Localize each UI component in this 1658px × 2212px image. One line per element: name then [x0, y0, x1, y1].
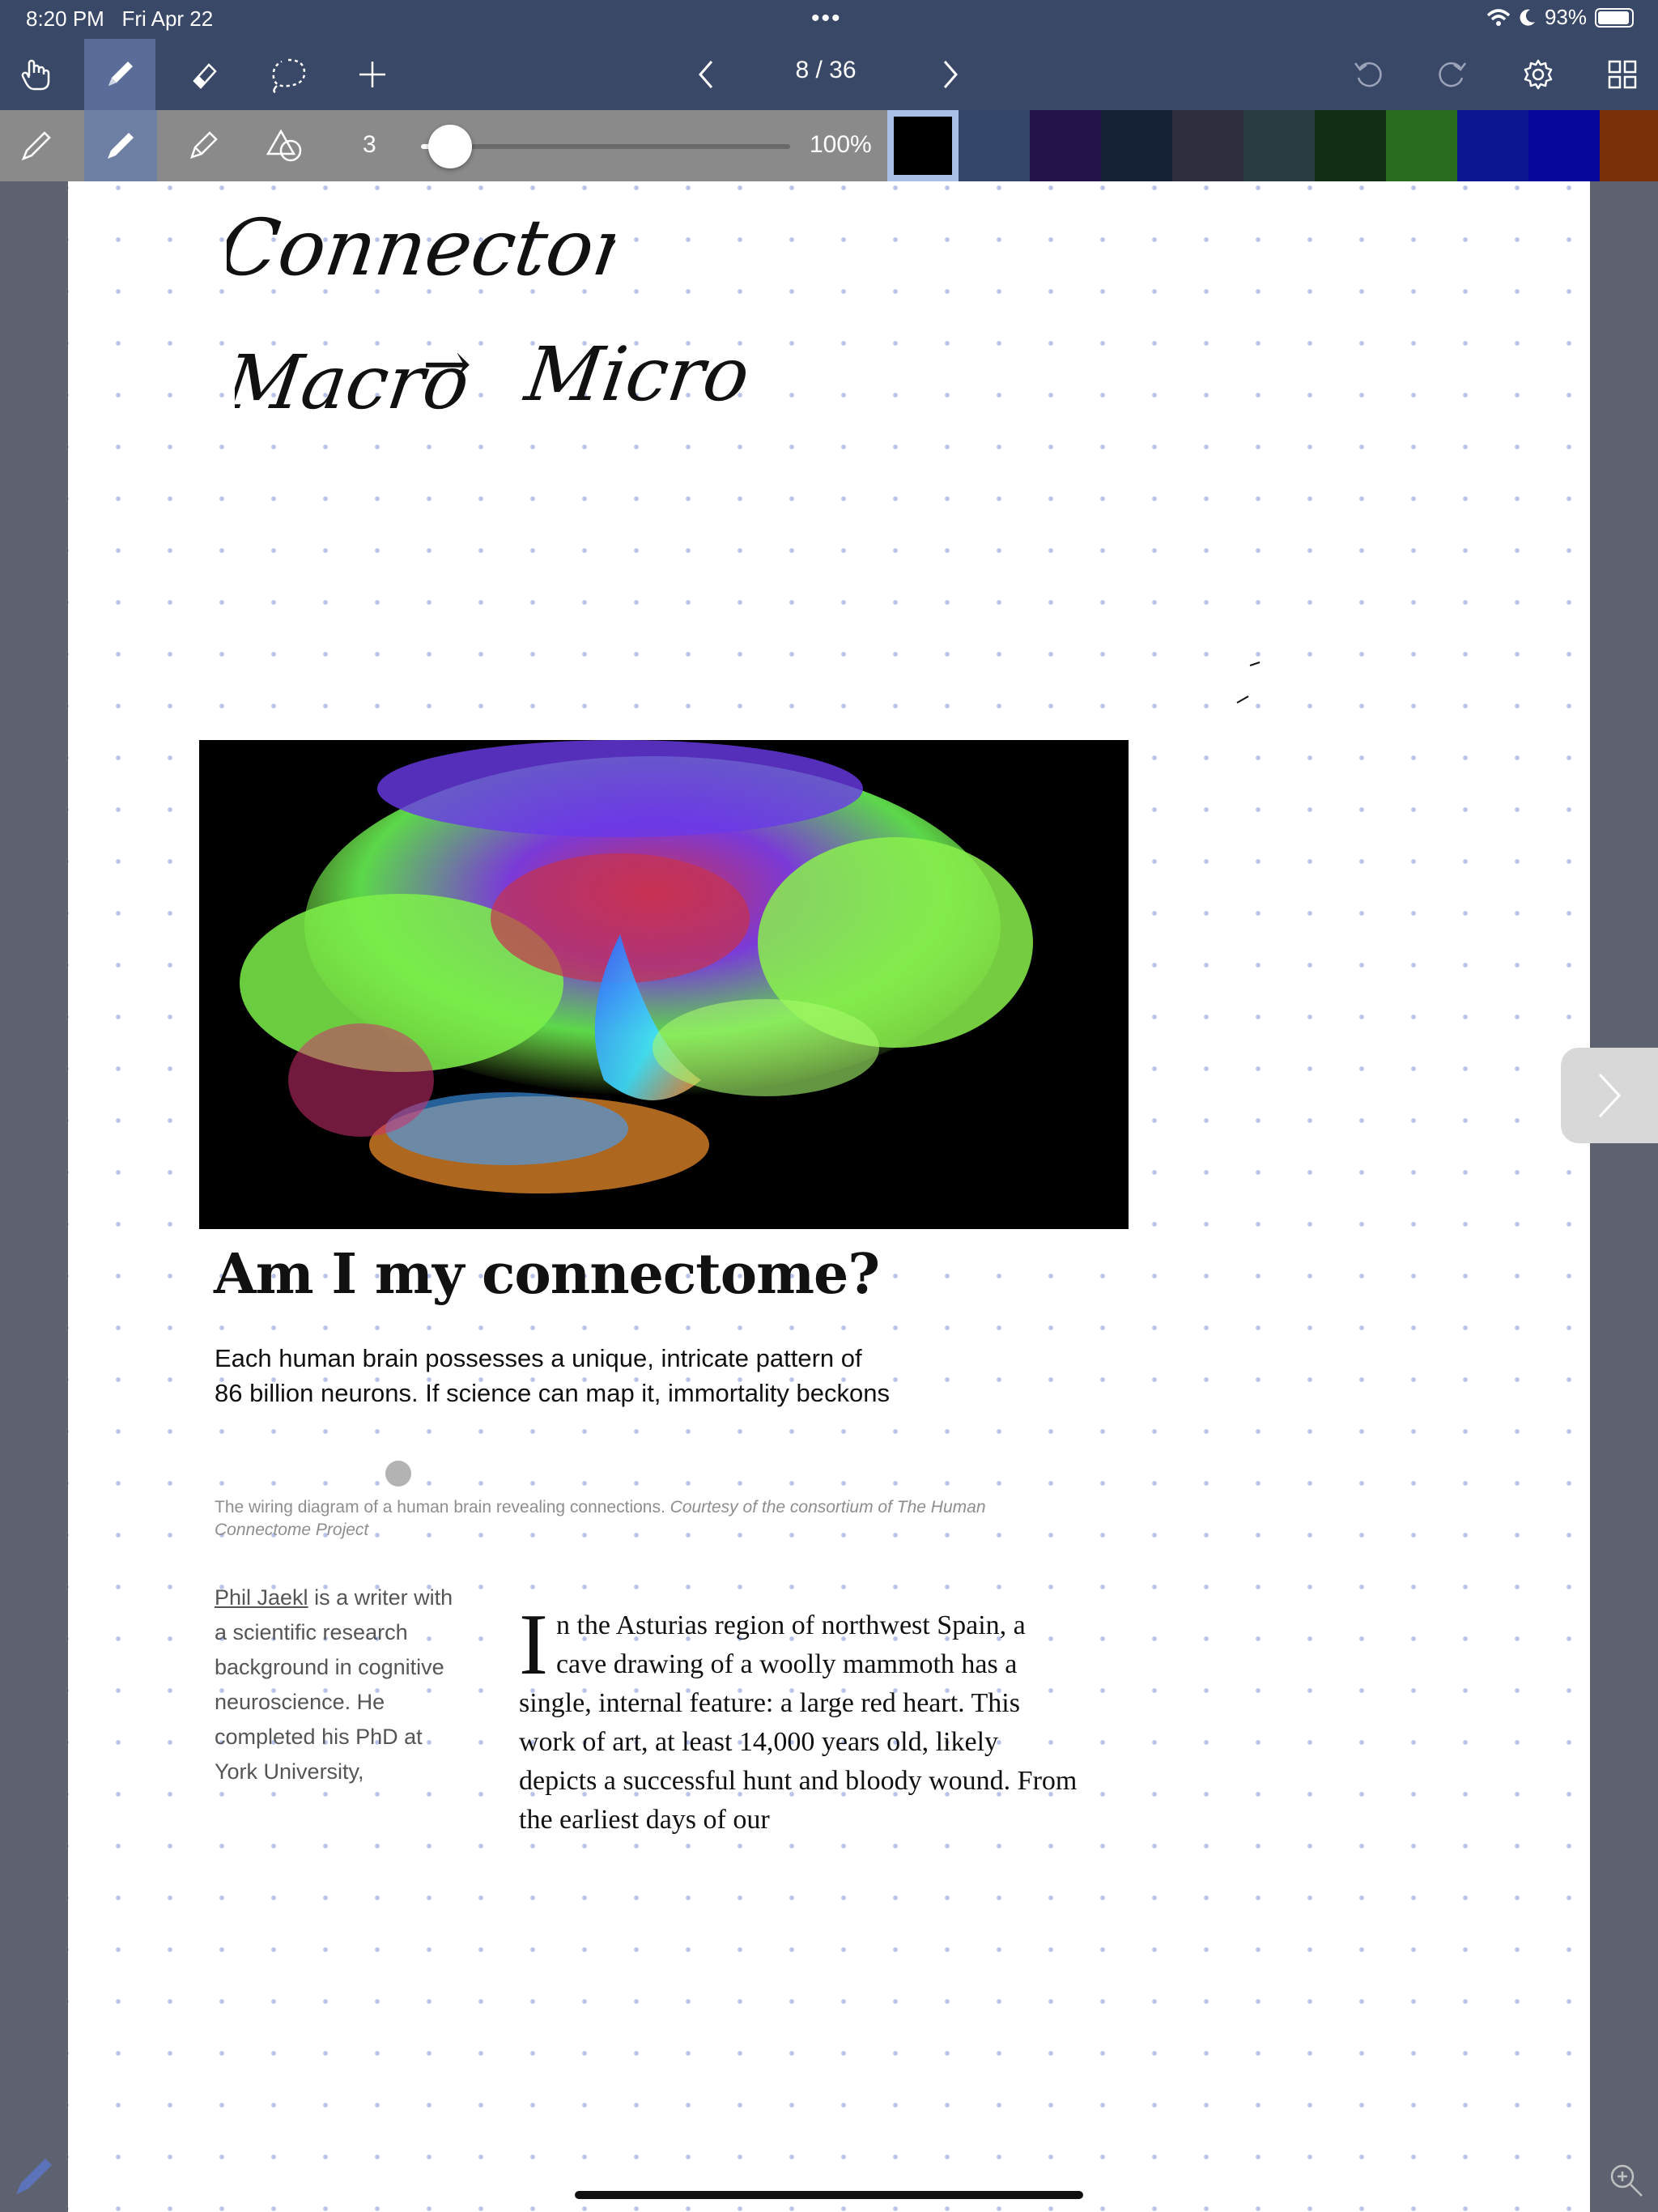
color-swatch[interactable] [1030, 110, 1101, 181]
handwriting-connectome: Connectome [227, 202, 615, 292]
undo-icon [1354, 62, 1382, 87]
article-body: In the Asturias region of northwest Spai… [519, 1597, 1078, 1840]
status-bar: 8:20 PM Fri Apr 22 ••• 93% [0, 0, 1658, 39]
selection-handle[interactable] [385, 1461, 411, 1487]
plus-icon [359, 62, 385, 87]
page-grid-button[interactable] [1587, 39, 1658, 110]
battery-percent: 93% [1544, 5, 1587, 29]
chevron-left-icon [699, 61, 713, 88]
color-swatch[interactable] [1101, 110, 1172, 181]
apple-pencil-indicator[interactable] [11, 2154, 57, 2203]
color-swatch[interactable] [1457, 110, 1528, 181]
pen-size-slider[interactable] [421, 125, 790, 168]
fountain-pen-icon [21, 131, 51, 161]
drop-cap: I [519, 1597, 548, 1693]
hand-tool-button[interactable] [0, 39, 71, 110]
pencil-icon [190, 131, 218, 159]
article-standfirst: Each human brain possesses a unique, int… [215, 1344, 890, 1407]
wifi-icon [1486, 8, 1511, 26]
svg-text:Micro: Micro [519, 330, 755, 417]
color-swatch[interactable] [1600, 110, 1658, 181]
redo-icon [1439, 62, 1466, 87]
magnifier-plus-icon [1610, 2164, 1643, 2197]
zoom-button[interactable] [1606, 2160, 1645, 2203]
gear-icon [1524, 59, 1553, 90]
color-swatch[interactable] [1315, 110, 1386, 181]
body-paragraph: n the Asturias region of northwest Spain… [519, 1610, 1078, 1835]
highlighter-button[interactable] [167, 110, 240, 181]
redo-button[interactable] [1417, 39, 1488, 110]
moon-icon [1520, 9, 1535, 26]
author-bio-text: is a writer with a scientific research b… [215, 1585, 453, 1784]
connectome-image [199, 740, 1129, 1229]
color-swatch[interactable] [887, 110, 959, 181]
home-indicator[interactable] [575, 2191, 1083, 2199]
add-button[interactable] [337, 39, 408, 110]
shape-icon [266, 129, 302, 162]
shape-tool-button[interactable] [249, 110, 322, 181]
page-counter[interactable]: 8 / 36 [777, 57, 874, 84]
color-swatch[interactable] [1528, 110, 1600, 181]
handwriting-macro-micro: Macro → Micro [235, 330, 755, 426]
image-caption: The wiring diagram of a human brain reve… [215, 1496, 1040, 1542]
multitasking-dots[interactable]: ••• [811, 5, 842, 32]
article-headline: Am I my connectome? [214, 1242, 880, 1307]
author-link[interactable]: Phil Jaekl [215, 1585, 308, 1610]
eraser-icon [193, 63, 217, 89]
opacity-value[interactable]: 100% [810, 131, 872, 159]
svg-text:Connectome: Connectome [227, 202, 615, 292]
color-swatch[interactable] [1172, 110, 1244, 181]
pencil-icon [16, 2159, 52, 2194]
battery-icon [1595, 7, 1634, 28]
notebook-page[interactable]: Connectome Macro → Micro Am I my connect… [68, 181, 1590, 2212]
ballpoint-pen-icon [108, 133, 134, 159]
status-indicators: 93% [1486, 5, 1634, 30]
pen-icon [108, 62, 133, 86]
chevron-right-icon [1598, 1073, 1622, 1118]
hand-icon [21, 59, 50, 91]
undo-button[interactable] [1333, 39, 1404, 110]
ballpoint-pen-button[interactable] [84, 110, 157, 181]
previous-page-button[interactable] [670, 39, 742, 110]
stray-ink-mark [1236, 661, 1261, 704]
pen-tool-button[interactable] [84, 39, 155, 110]
status-time: 8:20 PM Fri Apr 22 [26, 6, 214, 31]
side-panel-toggle[interactable] [1561, 1048, 1658, 1143]
chevron-right-icon [943, 61, 958, 88]
pen-size-value: 3 [363, 131, 376, 158]
lasso-tool-button[interactable] [253, 39, 324, 110]
lasso-icon [272, 58, 306, 94]
settings-button[interactable] [1503, 39, 1574, 110]
caption-text: The wiring diagram of a human brain reve… [215, 1498, 665, 1516]
grid-icon [1608, 60, 1637, 89]
color-swatch[interactable] [1244, 110, 1315, 181]
color-swatch[interactable] [959, 110, 1030, 181]
svg-text:→: → [423, 330, 471, 398]
color-swatch[interactable] [1386, 110, 1457, 181]
brain-tractography-illustration [240, 740, 1033, 1193]
next-page-button[interactable] [915, 39, 986, 110]
fountain-pen-button[interactable] [0, 110, 73, 181]
eraser-tool-button[interactable] [168, 39, 240, 110]
author-bio: Phil Jaekl is a writer with a scientific… [215, 1580, 457, 1831]
